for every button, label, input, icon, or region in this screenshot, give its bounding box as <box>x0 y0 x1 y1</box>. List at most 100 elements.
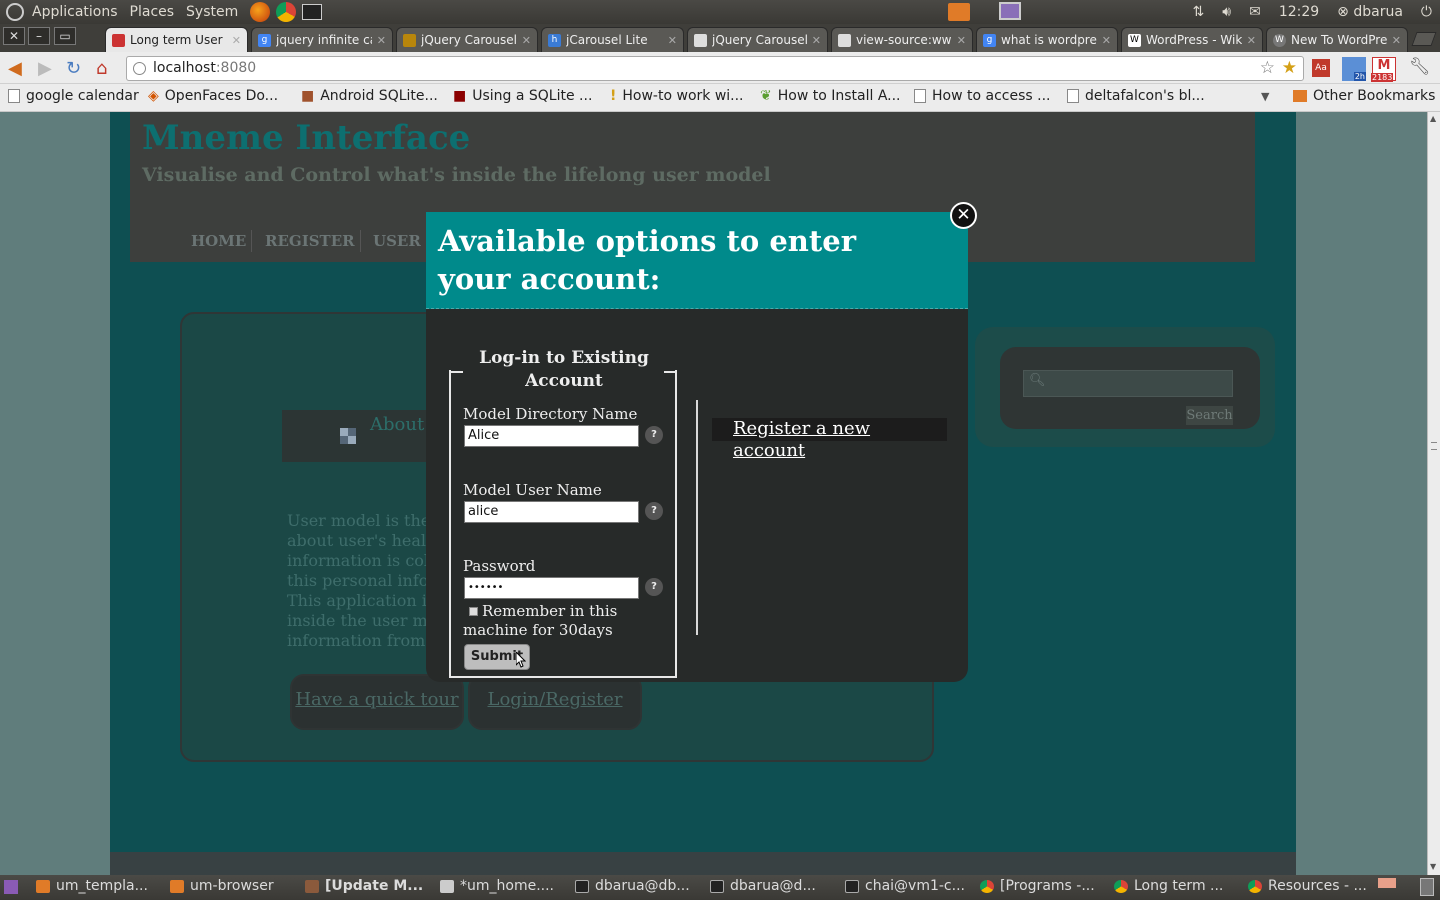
bookmark-item[interactable]: deltafalcon's bl... <box>1067 88 1205 104</box>
quick-tour-button[interactable]: Have a quick tour <box>290 674 464 730</box>
workspace-switcher-icon[interactable] <box>1378 878 1396 888</box>
bookmark-item[interactable]: ❦ How to Install A... <box>760 88 901 104</box>
window-minimize-button[interactable]: – <box>28 27 50 45</box>
site-title: Mneme Interface <box>142 118 471 158</box>
forward-arrow-icon[interactable]: ▶ <box>38 58 52 79</box>
gmail-extension-icon[interactable]: M 2183 <box>1371 57 1396 82</box>
address-bar[interactable]: localhost:8080 ☆ ★ <box>126 56 1304 81</box>
bookmark-item[interactable]: ◈ OpenFaces Do... <box>148 88 278 104</box>
power-icon[interactable]: ⏻ <box>1421 4 1432 20</box>
page-scrollbar[interactable]: ▲ ▼ <box>1427 112 1440 875</box>
tab-wordpress-wiki[interactable]: W WordPress - Wiki ✕ <box>1121 27 1263 52</box>
user-switch[interactable]: ⊗ dbarua <box>1337 4 1403 20</box>
page-info-icon[interactable] <box>133 62 146 75</box>
monitor-applet-icon[interactable] <box>999 2 1021 20</box>
tab-close-icon[interactable]: ✕ <box>1102 34 1111 47</box>
search-button[interactable]: Search <box>1186 406 1233 425</box>
about-tab[interactable]: About <box>282 410 432 462</box>
bookmark-item[interactable]: ■ Android SQLite... <box>301 88 438 104</box>
bookmark-item[interactable]: google calendar <box>8 88 139 104</box>
page-icon <box>1067 89 1079 103</box>
tab-close-icon[interactable]: ✕ <box>522 34 531 47</box>
mail-icon[interactable]: ✉ <box>1249 4 1261 20</box>
bookmark-item[interactable]: ! How-to work wi... <box>610 88 744 104</box>
tab-jcarousel-lite[interactable]: h jCarousel Lite ✕ <box>541 27 684 52</box>
tab-new-to-wordpress[interactable]: W New To WordPre ✕ <box>1266 27 1408 52</box>
directory-name-input[interactable]: Alice <box>464 425 639 447</box>
mouse-cursor-icon <box>516 652 526 668</box>
task-item[interactable]: um-browser <box>170 878 274 894</box>
firefox-launcher-icon[interactable] <box>250 2 271 22</box>
tab-close-icon[interactable]: ✕ <box>957 34 966 47</box>
clock[interactable]: 12:29 <box>1279 4 1319 20</box>
bookmark-star-icon[interactable]: ★ <box>1282 57 1297 80</box>
show-desktop-icon[interactable] <box>4 880 18 894</box>
nav-divider <box>251 230 252 252</box>
tab-close-icon[interactable]: ✕ <box>1247 34 1256 47</box>
user-name-input[interactable]: alice <box>464 501 639 523</box>
ubuntu-logo-icon[interactable] <box>6 3 24 21</box>
search-input[interactable]: 🔍︎ <box>1023 370 1233 397</box>
tab-jquery-infinite[interactable]: g jquery infinite ca ✕ <box>251 27 393 52</box>
bookmark-item[interactable]: ■ Using a SQLite ... <box>453 88 592 104</box>
task-item[interactable]: dbarua@db... <box>575 878 690 894</box>
password-help-icon[interactable]: ? <box>645 578 663 596</box>
user-name-help-icon[interactable]: ? <box>645 502 663 520</box>
task-item[interactable]: [Programs -... <box>980 878 1095 894</box>
star-bookmark-icon[interactable]: ☆ <box>1260 57 1275 80</box>
task-item[interactable]: Long term ... <box>1114 878 1223 894</box>
tab-jquery-carousel[interactable]: jQuery Carousel ✕ <box>687 27 828 52</box>
home-icon[interactable]: ⌂ <box>96 58 107 79</box>
login-register-button[interactable]: Login/Register <box>468 674 642 730</box>
folder-icon <box>1293 90 1307 102</box>
reload-icon[interactable]: ↻ <box>66 58 81 79</box>
modal-close-icon[interactable]: ✕ <box>950 202 977 229</box>
window-restore-button[interactable]: ▭ <box>54 27 76 45</box>
dictionary-extension-icon[interactable]: Aa <box>1312 59 1330 77</box>
tab-close-icon[interactable]: ✕ <box>232 34 241 47</box>
directory-help-icon[interactable]: ? <box>645 426 663 444</box>
new-tab-button[interactable] <box>1411 32 1437 46</box>
scroll-up-arrow-icon[interactable]: ▲ <box>1430 114 1436 123</box>
tab-what-is-wordpress[interactable]: g what is wordpres ✕ <box>976 27 1118 52</box>
tab-close-icon[interactable]: ✕ <box>668 34 677 47</box>
folder-applet-icon[interactable] <box>948 3 970 21</box>
task-label: Long term ... <box>1134 878 1224 894</box>
register-new-account-link[interactable]: Register a new account <box>712 418 947 461</box>
back-arrow-icon[interactable]: ◀ <box>8 58 22 79</box>
tab-close-icon[interactable]: ✕ <box>1392 34 1401 47</box>
task-item[interactable]: *um_home.... <box>440 878 554 894</box>
tab-close-icon[interactable]: ✕ <box>377 34 386 47</box>
volume-icon[interactable]: 🔊︎ <box>1222 4 1231 20</box>
task-item[interactable]: chai@vm1-c... <box>845 878 965 894</box>
password-label: Password <box>463 557 536 575</box>
terminal-launcher-icon[interactable] <box>302 4 323 20</box>
chrome-launcher-icon[interactable] <box>276 2 297 22</box>
network-icon[interactable]: ⇅ <box>1193 4 1205 20</box>
task-item[interactable]: Resources - ... <box>1248 878 1367 894</box>
tab-jquery-carousel-f[interactable]: jQuery Carousel F ✕ <box>396 27 538 52</box>
nav-home[interactable]: HOME <box>191 232 246 250</box>
bookmarks-overflow-chevron-icon[interactable]: ▼ <box>1261 90 1269 103</box>
system-menu[interactable]: System <box>186 4 238 20</box>
tab-long-term-user[interactable]: Long term User M ✕ <box>105 27 248 52</box>
remember-checkbox[interactable] <box>469 607 478 616</box>
calendar-extension-icon[interactable]: 2h <box>1342 57 1366 81</box>
window-close-button[interactable]: ✕ <box>3 27 25 45</box>
task-item[interactable]: [Update M... <box>305 878 423 894</box>
places-menu[interactable]: Places <box>130 4 175 20</box>
trash-icon[interactable] <box>1420 878 1434 896</box>
password-input[interactable]: •••••• <box>464 577 639 599</box>
wrench-menu-icon[interactable]: 🔧︎ <box>1409 57 1431 77</box>
scroll-thumb-grip[interactable] <box>1431 442 1437 450</box>
tab-close-icon[interactable]: ✕ <box>812 34 821 47</box>
task-item[interactable]: dbarua@d... <box>710 878 816 894</box>
bookmark-item[interactable]: How to access ... <box>914 88 1050 104</box>
scroll-down-arrow-icon[interactable]: ▼ <box>1430 862 1436 871</box>
tab-view-source[interactable]: view-source:www ✕ <box>831 27 973 52</box>
folder-icon <box>170 879 184 893</box>
task-item[interactable]: um_templa... <box>36 878 148 894</box>
other-bookmarks[interactable]: Other Bookmarks <box>1293 88 1435 104</box>
nav-register[interactable]: REGISTER <box>265 232 355 250</box>
applications-menu[interactable]: Applications <box>32 4 118 20</box>
